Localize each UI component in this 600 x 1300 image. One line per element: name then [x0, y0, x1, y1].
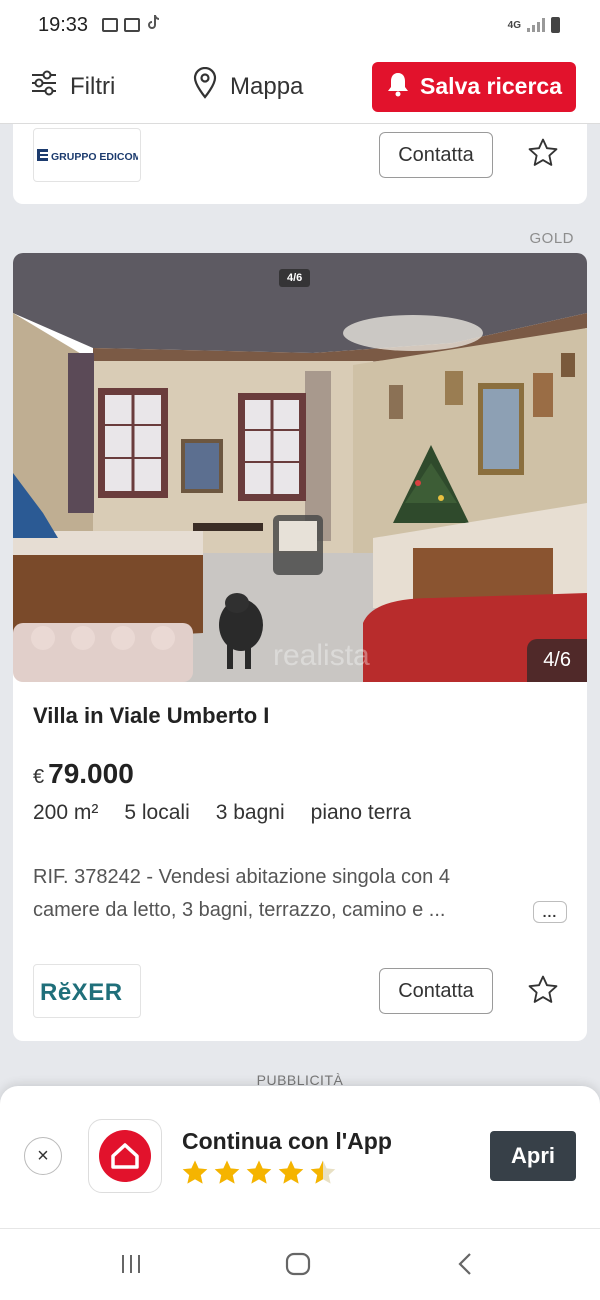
app-rating: [180, 1158, 338, 1188]
photo-counter-top: 4/6: [279, 269, 311, 287]
battery-icon: [551, 17, 560, 33]
agency-logo: RĕXER: [33, 964, 141, 1018]
gallery-icon: [102, 18, 119, 32]
status-bar: 19:33 4G: [0, 0, 600, 50]
system-navigation-bar: [0, 1228, 600, 1300]
calendar-icon: [124, 18, 141, 32]
filters-button[interactable]: Filtri: [30, 70, 160, 103]
save-search-label: Salva ricerca: [420, 73, 562, 99]
favorite-star-icon[interactable]: [526, 973, 560, 1007]
rating-star-icon: [182, 1160, 208, 1184]
agency-logo: GRUPPO EDICOM: [33, 128, 141, 182]
app-install-banner: × Continua con l'App Apri: [0, 1086, 600, 1228]
contact-button[interactable]: Contatta: [379, 968, 493, 1014]
living-room-image: realista: [13, 253, 587, 682]
rating-star-icon: [214, 1160, 240, 1184]
save-search-button[interactable]: Salva ricerca: [372, 61, 576, 112]
svg-text:RĕXER: RĕXER: [40, 979, 123, 1006]
home-icon[interactable]: [284, 1251, 312, 1282]
contact-button[interactable]: Contatta: [379, 132, 493, 178]
rooms-feature: 5 locali: [124, 801, 190, 824]
app-icon: [88, 1119, 162, 1193]
sliders-icon: [30, 70, 58, 103]
filters-label: Filtri: [70, 72, 116, 100]
area-feature: 200 m²: [33, 801, 99, 824]
currency: €: [33, 766, 45, 788]
tier-label: GOLD: [529, 230, 574, 247]
rexer-logo: RĕXER: [40, 979, 123, 1006]
system-status: 4G: [508, 17, 560, 33]
map-button[interactable]: Mappa: [192, 66, 304, 106]
app-logo-icon: [99, 1130, 151, 1182]
price-row: € 79.000: [33, 758, 134, 790]
svg-text:GRUPPO EDICOM: GRUPPO EDICOM: [51, 151, 138, 163]
map-label: Mappa: [230, 72, 304, 100]
location-pin-icon: [192, 66, 218, 106]
app-title: Continua con l'App: [182, 1128, 392, 1154]
features-row: 200 m² 5 locali 3 bagni piano terra: [33, 801, 411, 825]
close-button[interactable]: ×: [24, 1137, 62, 1175]
search-toolbar: Filtri Mappa Salva ricerca: [0, 50, 600, 124]
notification-icons: [102, 14, 162, 37]
more-options-button[interactable]: ...: [533, 901, 567, 923]
listing-title[interactable]: Villa in Viale Umberto I: [33, 703, 269, 729]
tiktok-icon: [146, 14, 162, 37]
open-app-button[interactable]: Apri: [490, 1131, 576, 1181]
network-type: 4G: [507, 19, 521, 31]
rating-star-icon: [278, 1160, 304, 1184]
svg-text:realista: realista: [273, 639, 370, 672]
recent-apps-icon[interactable]: [118, 1251, 144, 1282]
floor-feature: piano terra: [310, 801, 412, 824]
favorite-star-icon[interactable]: [526, 136, 560, 170]
listing-description: RIF. 378242 - Vendesi abitazione singola…: [33, 866, 450, 921]
back-icon[interactable]: [454, 1251, 476, 1282]
previous-listing-card: GRUPPO EDICOM Contatta: [13, 124, 587, 204]
signal-icon: [527, 18, 545, 32]
bell-icon: [386, 71, 410, 103]
listing-card[interactable]: realista 4/6 4/6 Villa in Viale Umberto …: [13, 253, 587, 1041]
price: 79.000: [48, 758, 134, 789]
edicom-logo: GRUPPO EDICOM: [37, 149, 138, 163]
rating-star-icon: [246, 1160, 272, 1184]
rating-star-icon: [310, 1160, 336, 1184]
listing-photo[interactable]: realista 4/6 4/6: [13, 253, 587, 682]
baths-feature: 3 bagni: [215, 801, 285, 824]
status-time: 19:33: [38, 13, 89, 36]
photo-counter: 4/6: [527, 639, 587, 682]
